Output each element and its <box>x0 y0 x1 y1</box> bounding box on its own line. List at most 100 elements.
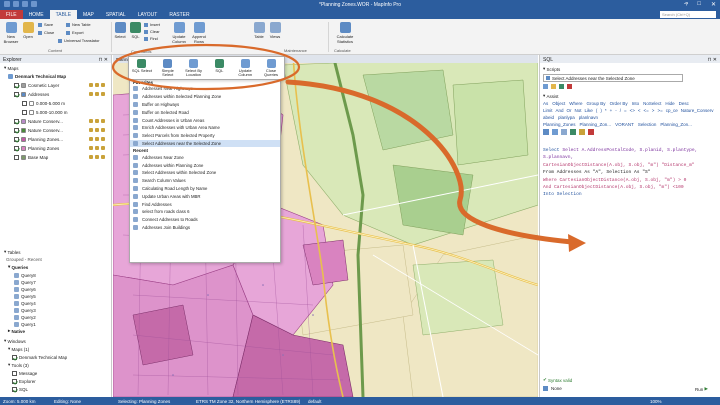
layer-item[interactable]: 5.000-10.000 m <box>22 108 68 116</box>
script-menu-item[interactable]: Update Urban Areas with MBR <box>130 192 280 200</box>
layer-select-icon[interactable] <box>95 137 99 141</box>
layer-item[interactable]: Addresses <box>14 90 49 98</box>
script-menu-item[interactable]: Search Column Values <box>130 177 280 185</box>
tool-checkbox[interactable] <box>12 386 17 392</box>
sql-keyword-button[interactable]: Order By <box>610 101 628 106</box>
delete-script-icon[interactable] <box>567 84 572 89</box>
layer-visibility-checkbox[interactable] <box>14 91 19 97</box>
popup-sql-select-button[interactable]: SQL Select <box>130 59 154 73</box>
sql-keyword-button[interactable]: >= <box>657 108 662 113</box>
sql-keyword-button[interactable]: Like <box>585 108 593 113</box>
update-column-button[interactable]: Update Column <box>170 22 188 44</box>
panel-pin-icon[interactable]: ⊓ ✕ <box>99 57 108 63</box>
save-script-icon[interactable] <box>559 84 564 89</box>
maximize-icon[interactable]: □ <box>697 1 701 8</box>
sql-keyword-button[interactable]: Planning_Zon... <box>660 122 692 127</box>
layer-edit-icon[interactable] <box>89 155 93 159</box>
layer-select-icon[interactable] <box>95 146 99 150</box>
layer-item[interactable]: Planning Zones... <box>14 135 63 143</box>
zoom-percent[interactable]: 100% <box>650 399 662 404</box>
open-script-icon[interactable] <box>551 84 556 89</box>
selecting-status[interactable]: Selecting: Planning Zones <box>118 399 170 404</box>
sql-keyword-button[interactable]: planlypa <box>558 115 575 120</box>
projection-status[interactable]: ETRS TM Zone 32, Northern Hemisphere (ET… <box>196 399 300 404</box>
panel-close-icon[interactable]: ⊓ ✕ <box>708 57 717 63</box>
script-menu-item[interactable]: Buffer on Selected Road <box>130 108 280 116</box>
sql-keyword-button[interactable]: Into <box>632 101 640 106</box>
sql-button[interactable]: SQL <box>129 22 142 39</box>
new-table-button[interactable]: New Table <box>66 22 91 27</box>
sql-keyword-button[interactable]: Nature_Conserv <box>681 108 714 113</box>
layer-label-icon[interactable] <box>101 137 105 141</box>
new-browser-button[interactable]: New Browser <box>3 22 19 44</box>
queries-group[interactable]: ▾ Queries <box>8 263 28 271</box>
sql-keyword-button[interactable]: Or <box>567 108 572 113</box>
sql-keyword-button[interactable]: / <box>620 108 621 113</box>
sql-keyword-button[interactable]: ) <box>600 108 602 113</box>
sql-keyword-button[interactable]: * <box>605 108 607 113</box>
sql-keyword-button[interactable]: Group By <box>587 101 606 106</box>
layer-edit-icon[interactable] <box>89 146 93 150</box>
sql-keyword-button[interactable]: cp_ce <box>666 108 678 113</box>
sql-keyword-button[interactable]: - <box>615 108 617 113</box>
layer-item[interactable]: 0.000-5.000 m <box>22 99 65 107</box>
layer-label-icon[interactable] <box>101 155 105 159</box>
tool-item-sql[interactable]: SQL <box>12 385 28 393</box>
layer-item[interactable]: Base Map <box>14 153 48 161</box>
tool-item-explorer[interactable]: Explorer <box>12 377 36 385</box>
tables-filter[interactable]: Grouped - Recent <box>6 255 42 263</box>
popup-select-by-location-button[interactable]: Select By Location <box>182 59 206 78</box>
sql-keyword-button[interactable]: planlnavn <box>579 115 598 120</box>
layer-visibility-checkbox[interactable] <box>22 100 27 106</box>
script-menu-item[interactable]: Select Addresses within Selected Zone <box>130 169 280 177</box>
table-button[interactable]: Table <box>252 22 266 39</box>
sql-keyword-button[interactable]: > <box>652 108 655 113</box>
options-icon[interactable] <box>543 386 548 391</box>
layer-select-icon[interactable] <box>95 83 99 87</box>
sql-keyword-button[interactable]: < <box>638 108 641 113</box>
windows-map-item[interactable]: Denmark Technical Map <box>12 353 67 361</box>
layer-visibility-checkbox[interactable] <box>22 109 27 115</box>
layer-visibility-checkbox[interactable] <box>14 82 19 88</box>
layer-visibility-checkbox[interactable] <box>14 136 19 142</box>
layer-item[interactable]: Cosmetic Layer <box>14 81 59 89</box>
close-icon[interactable]: ✕ <box>711 1 716 8</box>
minimize-icon[interactable]: – <box>684 1 687 8</box>
sql-keyword-button[interactable]: = <box>624 108 627 113</box>
sql-keyword-button[interactable]: Desc <box>679 101 689 106</box>
assist-icon[interactable] <box>579 129 585 135</box>
layer-visibility-checkbox[interactable] <box>14 145 19 151</box>
layer-select-icon[interactable] <box>95 128 99 132</box>
script-menu-item[interactable]: Select Addresses near the Selected Zone <box>130 139 280 148</box>
sql-keyword-button[interactable]: + <box>610 108 613 113</box>
script-menu-item[interactable]: Addresses within Selected Planning Zone <box>130 93 280 101</box>
layer-item[interactable]: Nature Conserv... <box>14 126 63 134</box>
sql-keyword-button[interactable]: <= <box>644 108 649 113</box>
assist-group[interactable]: ▾ Assist <box>540 93 720 99</box>
assist-icon[interactable] <box>561 129 567 135</box>
sql-keyword-button[interactable]: And <box>556 108 564 113</box>
layer-item[interactable]: Planning Zones <box>14 144 59 152</box>
find-button[interactable]: Find <box>144 36 158 41</box>
assist-icon[interactable] <box>570 129 576 135</box>
layer-edit-icon[interactable] <box>89 128 93 132</box>
close-button[interactable]: Close <box>38 30 54 35</box>
tool-checkbox[interactable] <box>12 378 17 384</box>
layer-edit-icon[interactable] <box>89 83 93 87</box>
append-rows-button[interactable]: Append Rows <box>190 22 208 44</box>
layer-label-icon[interactable] <box>101 128 105 132</box>
sql-keyword-button[interactable]: <> <box>630 108 635 113</box>
popup-sql-button[interactable]: SQL <box>207 59 231 73</box>
layer-label-icon[interactable] <box>101 92 105 96</box>
sql-keyword-button[interactable]: Planning_Zon... <box>580 122 612 127</box>
assist-icon[interactable] <box>552 129 558 135</box>
tab-map[interactable]: MAP <box>77 10 100 19</box>
export-button[interactable]: Export <box>66 30 84 35</box>
sql-editor[interactable]: Select Select A.AddressPostalCode, S.pla… <box>543 147 719 199</box>
layer-select-icon[interactable] <box>95 155 99 159</box>
layer-label-icon[interactable] <box>101 83 105 87</box>
tab-layout[interactable]: LAYOUT <box>132 10 164 19</box>
assist-icon[interactable] <box>588 129 594 135</box>
layer-label-icon[interactable] <box>101 119 105 123</box>
sql-keyword-button[interactable]: As <box>543 101 548 106</box>
